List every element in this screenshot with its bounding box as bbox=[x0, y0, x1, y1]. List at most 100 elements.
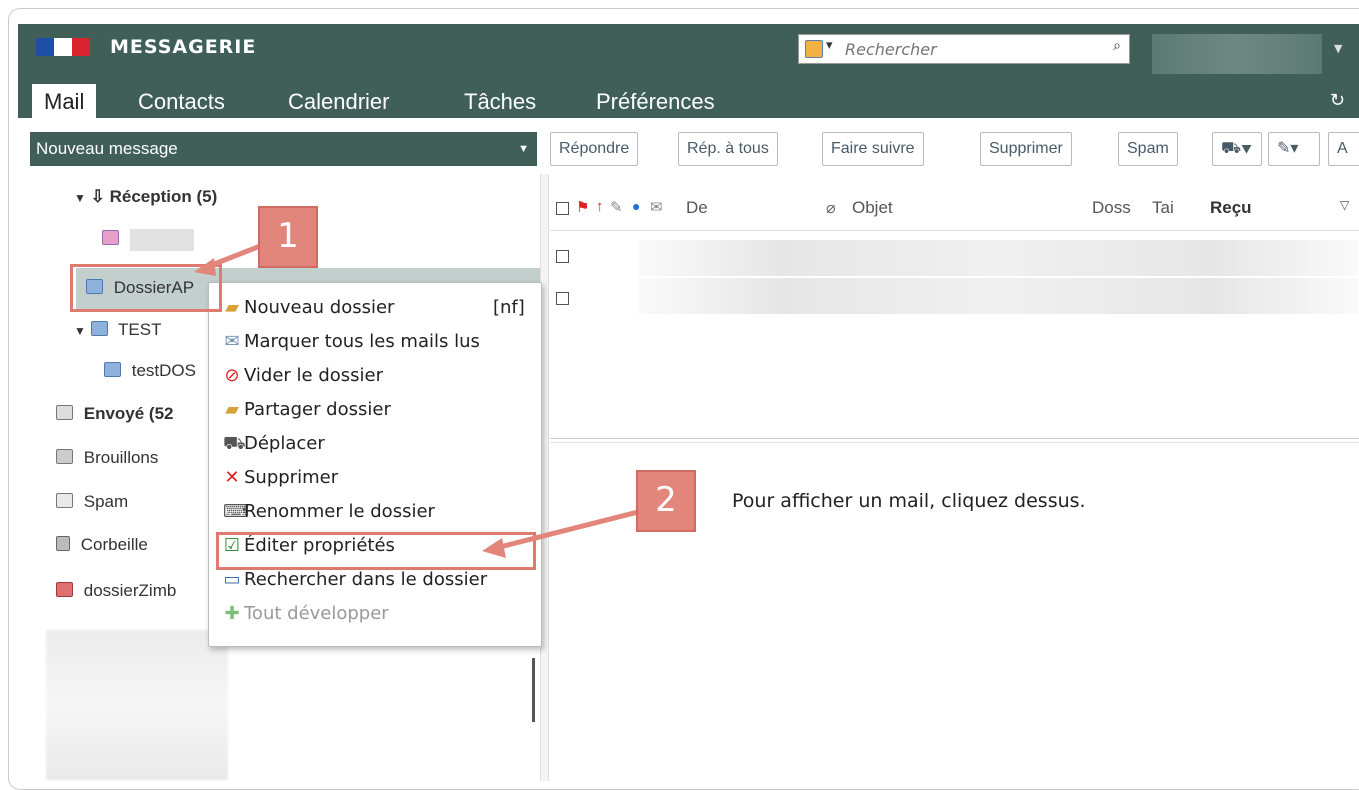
user-dropdown-icon[interactable]: ▼ bbox=[1334, 42, 1342, 55]
menu-share-folder[interactable]: ▰ Partager dossier bbox=[223, 399, 391, 420]
column-folder[interactable]: Doss bbox=[1092, 198, 1131, 218]
menu-delete-label: Supprimer bbox=[244, 467, 339, 488]
menu-expand-all-label: Tout développer bbox=[244, 603, 389, 624]
unread-icon[interactable]: ● bbox=[632, 198, 640, 214]
folder-testdos[interactable]: testDOS bbox=[104, 361, 196, 381]
app-title: MESSAGERIE bbox=[110, 36, 257, 58]
collapse-icon[interactable]: ▼ bbox=[74, 191, 86, 205]
folder-zimbra[interactable]: dossierZimb bbox=[56, 581, 176, 601]
folder-drafts[interactable]: Brouillons bbox=[56, 448, 158, 468]
menu-move[interactable]: ⛟Déplacer bbox=[223, 433, 325, 457]
mail-app: MESSAGERIE ▾ ⌕ ▼ Mail Contacts Calendrie… bbox=[18, 24, 1359, 781]
tag-icon: ✎▾ bbox=[1277, 140, 1299, 157]
folder-context-menu: ▰ Nouveau dossier [nf] ✉ Marquer tous les … bbox=[208, 282, 542, 647]
column-subject[interactable]: Objet bbox=[852, 198, 893, 218]
tab-contacts[interactable]: Contacts bbox=[138, 89, 225, 115]
spam-folder-icon bbox=[56, 493, 73, 508]
message-row[interactable] bbox=[638, 240, 1358, 276]
menu-move-label: Déplacer bbox=[244, 433, 325, 454]
tag-dropdown-button[interactable]: ✎▾ bbox=[1268, 132, 1320, 166]
menu-rename-label: Renommer le dossier bbox=[244, 501, 435, 522]
menu-mark-all-read-label: Marquer tous les mails lus bbox=[244, 331, 480, 352]
share-folder-icon: ▰ bbox=[225, 399, 239, 420]
chevron-down-icon[interactable]: ▼ bbox=[518, 132, 529, 166]
rename-icon: ⌨ bbox=[223, 501, 249, 522]
menu-new-folder[interactable]: ▰ Nouveau dossier [nf] bbox=[223, 297, 525, 318]
sidebar-scrollbar[interactable] bbox=[532, 658, 535, 722]
sent-icon bbox=[56, 405, 73, 420]
user-menu[interactable] bbox=[1152, 34, 1322, 74]
column-size[interactable]: Tai bbox=[1152, 198, 1174, 218]
new-message-button[interactable]: Nouveau message ▼ bbox=[30, 132, 537, 166]
menu-rename[interactable]: ⌨Renommer le dossier bbox=[223, 501, 435, 522]
marianne-logo bbox=[36, 38, 90, 56]
move-dropdown-button[interactable]: ⛟▾ bbox=[1212, 132, 1262, 166]
folder-inbox[interactable]: ▼ ⇩ Réception (5) bbox=[74, 187, 217, 207]
search-input[interactable] bbox=[843, 37, 1087, 61]
mark-read-icon: ✉ bbox=[224, 331, 240, 352]
tag-column-icon[interactable]: ✎ bbox=[610, 198, 623, 216]
tab-tasks[interactable]: Tâches bbox=[464, 89, 536, 115]
menu-search-in-folder-label: Rechercher dans le dossier bbox=[244, 569, 488, 590]
flag-icon[interactable]: ⚑ bbox=[576, 198, 589, 216]
search-scope-icon[interactable] bbox=[805, 40, 823, 58]
folder-trash[interactable]: Corbeille bbox=[56, 535, 148, 555]
column-from[interactable]: De bbox=[686, 198, 708, 218]
menu-empty-folder[interactable]: ⊘ Vider le dossier bbox=[223, 365, 383, 386]
priority-icon[interactable]: ↑ bbox=[596, 198, 604, 215]
empty-folder-icon: ⊘ bbox=[224, 365, 240, 386]
shared-folder-icon bbox=[90, 321, 108, 336]
reply-all-button[interactable]: Rép. à tous bbox=[678, 132, 778, 166]
tab-preferences[interactable]: Préférences bbox=[596, 89, 715, 115]
folder-sent-label: Envoyé (52 bbox=[83, 404, 174, 423]
menu-empty-folder-label: Vider le dossier bbox=[244, 365, 384, 386]
top-bar: MESSAGERIE ▾ ⌕ ▼ bbox=[18, 24, 1359, 80]
column-received[interactable]: Reçu bbox=[1210, 198, 1252, 218]
search-icon[interactable]: ⌕ bbox=[1113, 38, 1121, 54]
callout-badge-2: 2 bbox=[636, 470, 696, 532]
folder-redacted[interactable] bbox=[102, 229, 194, 251]
row-checkbox[interactable] bbox=[556, 250, 569, 263]
move-icon: ⛟▾ bbox=[1221, 140, 1252, 157]
reading-pane-placeholder: Pour afficher un mail, cliquez dessus. bbox=[732, 490, 1086, 512]
actions-button[interactable]: A bbox=[1328, 132, 1359, 166]
inbox-icon: ⇩ bbox=[90, 187, 105, 206]
folder-spam[interactable]: Spam bbox=[56, 492, 128, 512]
message-row[interactable] bbox=[638, 278, 1358, 314]
attachment-icon[interactable]: ⌀ bbox=[826, 198, 836, 218]
reading-pane-splitter[interactable] bbox=[550, 438, 1359, 443]
folder-outline-icon: ▭ bbox=[223, 569, 241, 590]
tab-calendar[interactable]: Calendrier bbox=[288, 89, 390, 115]
new-message-label: Nouveau message bbox=[36, 139, 178, 158]
menu-search-in-folder[interactable]: ▭ Rechercher dans le dossier bbox=[223, 569, 487, 590]
search-box[interactable]: ▾ ⌕ bbox=[798, 34, 1130, 64]
folder-spam-label: Spam bbox=[83, 492, 129, 511]
search-scope-dropdown-icon[interactable]: ▾ bbox=[826, 38, 833, 53]
menu-delete[interactable]: ✕ Supprimer bbox=[223, 467, 338, 488]
row-checkbox[interactable] bbox=[556, 292, 569, 305]
highlight-box-1 bbox=[70, 264, 222, 312]
collapse-icon[interactable]: ▼ bbox=[74, 324, 86, 338]
folder-drafts-label: Brouillons bbox=[83, 448, 159, 467]
callout-badge-1: 1 bbox=[258, 206, 318, 268]
delete-button[interactable]: Supprimer bbox=[980, 132, 1072, 166]
menu-mark-all-read[interactable]: ✉ Marquer tous les mails lus bbox=[223, 331, 480, 352]
expand-icon: ✚ bbox=[224, 603, 240, 624]
select-all-checkbox[interactable] bbox=[556, 202, 569, 215]
status-icon[interactable]: ✉ bbox=[650, 198, 663, 216]
spam-button[interactable]: Spam bbox=[1118, 132, 1178, 166]
sort-icon[interactable]: ▽ bbox=[1340, 198, 1349, 212]
folder-test-label: TEST bbox=[118, 320, 162, 339]
tab-mail[interactable]: Mail bbox=[32, 84, 97, 118]
refresh-icon[interactable]: ↻ bbox=[1330, 90, 1345, 111]
forward-button[interactable]: Faire suivre bbox=[822, 132, 924, 166]
redacted-folder-name bbox=[129, 229, 194, 251]
folder-inbox-label: Réception (5) bbox=[109, 187, 218, 206]
menu-new-folder-label: Nouveau dossier bbox=[244, 297, 395, 318]
folder-sent[interactable]: Envoyé (52 bbox=[56, 404, 174, 424]
shared-folder-icon bbox=[102, 230, 119, 246]
reply-button[interactable]: Répondre bbox=[550, 132, 639, 166]
folder-test[interactable]: ▼ TEST bbox=[74, 320, 162, 340]
menu-expand-all: ✚ Tout développer bbox=[223, 603, 389, 624]
app-tabs: Mail Contacts Calendrier Tâches Préféren… bbox=[18, 80, 1359, 118]
